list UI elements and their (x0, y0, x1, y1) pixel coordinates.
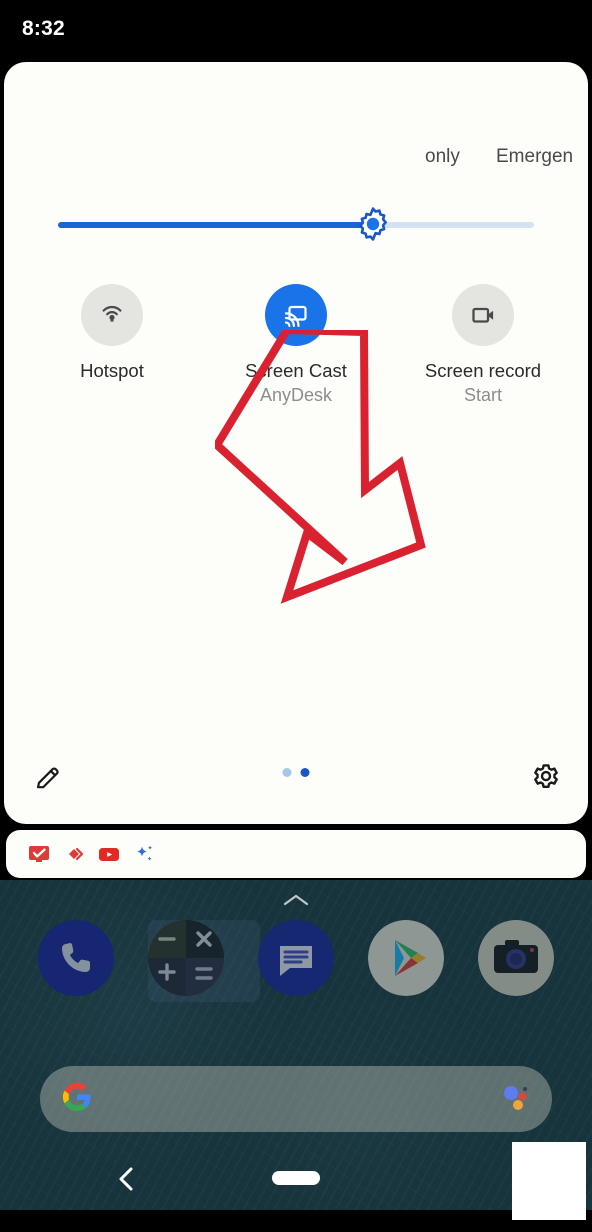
cast-icon[interactable] (265, 284, 327, 346)
brightness-slider[interactable] (58, 207, 534, 241)
notification-shelf[interactable] (6, 830, 586, 878)
tile-screen-record-sublabel: Start (463, 385, 502, 405)
tile-screen-record[interactable]: Screen record Start (403, 284, 563, 406)
tile-screen-cast-sublabel: AnyDesk (259, 385, 333, 405)
tile-hotspot-label: Hotspot (80, 360, 144, 381)
status-bar: 8:32 (0, 0, 592, 62)
camera-app-icon[interactable] (478, 920, 554, 996)
anydesk-monitor-icon[interactable] (28, 843, 50, 865)
calculator-app-icon[interactable] (148, 920, 224, 996)
brightness-fill (58, 222, 371, 228)
white-occluder-box (512, 1142, 586, 1220)
video-camera-icon[interactable] (452, 284, 514, 346)
carrier-text-left: only (425, 146, 460, 167)
back-chevron-icon[interactable] (112, 1164, 142, 1194)
status-bar-clock: 8:32 (22, 17, 65, 40)
tile-screen-cast-label: Screen Cast (245, 360, 347, 381)
page-indicator-dots[interactable] (282, 768, 310, 777)
bottom-black-strip (0, 1210, 592, 1232)
quick-settings-panel: only Emergen Hotspot Screen Cast AnyDesk… (4, 62, 588, 824)
brightness-sun-icon[interactable] (355, 206, 391, 242)
chevron-up-icon[interactable] (282, 893, 310, 907)
google-search-bar[interactable] (40, 1066, 552, 1132)
phone-screenshot: only Emergen Hotspot Screen Cast AnyDesk… (0, 0, 592, 1232)
google-assistant-icon[interactable] (500, 1082, 530, 1117)
youtube-icon[interactable] (98, 843, 120, 865)
page-dot-1[interactable] (282, 768, 292, 777)
gemini-sparkle-icon[interactable] (133, 843, 155, 865)
pencil-edit-icon[interactable] (28, 758, 68, 798)
quick-settings-tiles: Hotspot Screen Cast AnyDesk Screen recor… (4, 284, 588, 424)
hotspot-icon[interactable] (81, 284, 143, 346)
tile-hotspot[interactable]: Hotspot (32, 284, 192, 385)
google-g-icon (62, 1082, 92, 1117)
tile-screen-cast[interactable]: Screen Cast AnyDesk (216, 284, 376, 406)
home-dock (0, 920, 592, 1002)
messages-app-icon[interactable] (258, 920, 334, 996)
phone-app-icon[interactable] (38, 920, 114, 996)
gear-icon[interactable] (524, 756, 568, 800)
play-store-app-icon[interactable] (368, 920, 444, 996)
tile-screen-record-label: Screen record (424, 360, 542, 381)
carrier-status-row: only Emergen (4, 146, 588, 176)
navigation-bar (0, 1150, 592, 1210)
page-dot-2[interactable] (300, 768, 310, 777)
quick-settings-footer (4, 734, 588, 824)
anydesk-arrow-icon[interactable] (63, 843, 85, 865)
carrier-text-right: Emergen (496, 146, 574, 167)
home-pill-icon[interactable] (272, 1171, 320, 1185)
